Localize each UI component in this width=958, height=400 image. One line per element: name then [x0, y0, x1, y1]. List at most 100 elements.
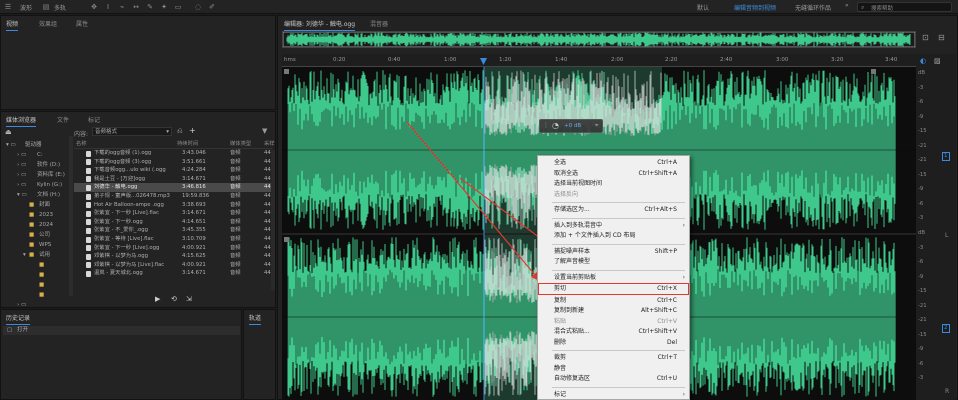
menu-item[interactable]: 剪切 Ctrl+X — [538, 283, 689, 295]
menu-item[interactable]: 混合式粘贴... Ctrl+Shift+V — [538, 327, 689, 337]
menu-item[interactable]: 取消全选 Ctrl+Shift+A — [538, 169, 689, 179]
table-row[interactable]: 张紫宜 - 下一秒 [Live].ogg 4:00.921 音频 44 — [74, 244, 272, 253]
volume-knob-icon[interactable]: ◔ — [552, 121, 559, 130]
menu-item[interactable]: 全选 Ctrl+A — [538, 158, 689, 168]
time-ruler[interactable] — [282, 54, 916, 67]
table-row[interactable]: 张紫宜 - 不_爱你_.ogg 3:45.355 音频 44 — [74, 226, 272, 235]
waveform-mode-tab[interactable]: 波形 — [20, 3, 32, 12]
paint-select-icon[interactable]: ✐ — [206, 2, 218, 12]
tree-item[interactable]: ▾ ▭ 驱动器 — [3, 140, 71, 150]
menu-item[interactable]: 标记 › — [538, 390, 689, 400]
workspace-loop[interactable]: 无缝循环作品 — [795, 3, 831, 12]
tree-item[interactable]: › ▭ 软件 (D:) — [3, 160, 71, 170]
table-row[interactable]: 张紫宜 - 等待 [Live].flac 3:10.709 音频 44 — [74, 235, 272, 244]
menu-item[interactable]: 选择反向 — [538, 190, 689, 200]
add-icon[interactable]: + — [189, 126, 196, 135]
table-row[interactable]: 下载的ogg音频 (1).ogg 3:43.046 音频 44 — [74, 149, 272, 158]
table-row[interactable]: Hot Air Balloon-ampe .ogg 3:38.693 音频 44 — [74, 201, 272, 210]
history-item[interactable]: ▢ 打开 — [3, 326, 240, 335]
help-search-field[interactable]: ⌕ 搜索帮助 — [857, 2, 952, 12]
razor-tool-icon[interactable]: ⌁ — [116, 2, 128, 12]
table-row[interactable]: 张紫宜 - 下一秒.ogg 4:14.651 音频 44 — [74, 218, 272, 227]
back-icon[interactable]: ⎌ — [177, 127, 183, 136]
tab-files[interactable]: 文件 — [57, 115, 69, 124]
brush-tool-icon[interactable]: ✎ — [144, 2, 156, 12]
menu-item[interactable]: 裁剪 Ctrl+T — [538, 353, 689, 363]
table-row[interactable]: 下载音频ogg...ulo wiki (.ogg 4:24.284 音频 44 — [74, 166, 272, 175]
tab-editor[interactable]: 编辑器: 刘德华 - 触电.ogg — [284, 19, 356, 31]
slip-tool-icon[interactable]: ↔ — [130, 2, 142, 12]
tree-item[interactable]: ▾ ■ 试用 — [3, 250, 71, 260]
table-row[interactable]: 邓紫棋 - 以梦为马.ogg 4:15.625 音频 44 — [74, 252, 272, 261]
spot-heal-icon[interactable]: ✦ — [158, 2, 170, 12]
tree-item[interactable]: ■ 2024 — [3, 220, 71, 230]
waveform-view-icon[interactable]: ☰ — [2, 2, 14, 12]
table-row[interactable]: 邓紫棋 - 以梦为马 [Live].flac 4:00.921 音频 44 — [74, 261, 272, 270]
time-select-tool-icon[interactable]: I — [102, 2, 114, 12]
table-scrollbar[interactable] — [271, 150, 275, 290]
play-icon[interactable]: ▶ — [155, 295, 160, 303]
menu-item[interactable]: 复制 Ctrl+C — [538, 296, 689, 306]
spectral-view-icon[interactable]: ▨ — [934, 57, 941, 65]
tree-item[interactable]: ▾ ▭ 文档 (H:) — [3, 190, 71, 200]
channel-toggle-icon[interactable] — [284, 237, 289, 242]
tab-video[interactable]: 视频 — [6, 19, 19, 31]
channel-toggle-icon[interactable] — [284, 69, 289, 74]
lasso-tool-icon[interactable]: ◌ — [192, 2, 204, 12]
workspace-edit-video[interactable]: 编辑音频到视频 — [734, 3, 776, 12]
filter-icon[interactable]: ⏏ — [5, 128, 12, 136]
zoom-fit-icon[interactable]: ⊡ — [922, 33, 929, 42]
menu-item[interactable]: 删除 Del — [538, 338, 689, 348]
channel-2-badge[interactable]: 2 — [942, 324, 950, 333]
overview-bar[interactable] — [282, 31, 916, 48]
tree-item[interactable]: › ▭ Kylin (G:) — [3, 180, 71, 190]
channel-toggle-icon[interactable] — [871, 69, 876, 74]
table-row[interactable]: 我是土豆 - [万迎]ogg 3:14.671 音频 44 — [74, 175, 272, 184]
menu-item[interactable]: 粘贴 Ctrl+V — [538, 317, 689, 327]
tab-markers[interactable]: 标记 — [88, 115, 100, 124]
menu-item[interactable]: 了解声音模型 — [538, 257, 689, 267]
tree-item[interactable]: ■ 公司 — [3, 230, 71, 240]
tree-item[interactable]: ■ WPS — [3, 240, 71, 250]
tree-item[interactable]: ■ — [3, 290, 71, 300]
content-dropdown[interactable]: 音频格式 ▾ — [92, 127, 172, 136]
menu-item[interactable]: 选择当前视图时间 — [538, 179, 689, 189]
menu-item[interactable]: 自动修复选区 Ctrl+U — [538, 374, 689, 384]
zoom-icon[interactable]: ⊟ — [938, 33, 945, 42]
hybrid-view-icon[interactable]: ◐ — [920, 57, 926, 65]
menu-item[interactable]: 复制到新建 Alt+Shift+C — [538, 306, 689, 316]
funnel-icon[interactable]: ▼ — [262, 127, 267, 135]
marquee-tool-icon[interactable]: ▭ — [172, 2, 184, 12]
table-row[interactable]: 温岚 - 夏天城北.ogg 3:14.671 音频 44 — [74, 269, 272, 278]
multitrack-mode-tab[interactable]: 多轨 — [54, 3, 66, 12]
multitrack-icon[interactable]: ▤ — [40, 2, 52, 12]
more-workspaces-button[interactable]: » — [845, 2, 849, 9]
tree-item[interactable]: ■ 2023 — [3, 210, 71, 220]
menu-item[interactable]: 静音 — [538, 364, 689, 374]
tree-item[interactable]: › ▭ C: — [3, 150, 71, 160]
loop-icon[interactable]: ⟲ — [171, 295, 177, 303]
tree-item[interactable]: › ▭ 资料库 (E:) — [3, 170, 71, 180]
export-icon[interactable]: ⇲ — [186, 295, 192, 303]
menu-item[interactable]: 捕捉噪声样本 Shift+P — [538, 247, 689, 257]
menu-item[interactable]: 设置当前剪贴板 › — [538, 273, 689, 283]
tree-scrollbar[interactable] — [69, 136, 73, 296]
pin-icon[interactable]: ⌖ — [595, 122, 598, 130]
tree-item[interactable]: ■ 封面 — [3, 200, 71, 210]
tab-media-browser[interactable]: 媒体浏览器 — [6, 115, 37, 127]
channel-1-badge[interactable]: 1 — [942, 152, 950, 161]
move-tool-icon[interactable]: ✥ — [88, 2, 100, 12]
menu-item[interactable]: 存储选区为... Ctrl+Alt+S — [538, 205, 689, 215]
menu-item[interactable]: 添加 + 个文件插入到 CD 布局 — [538, 231, 689, 241]
tab-mixer[interactable]: 混音器 — [370, 19, 388, 28]
tab-effects[interactable]: 效果组 — [39, 19, 57, 28]
table-row[interactable]: 张紫宜 - 下一秒 [Live].flac 3:14.671 音频 44 — [74, 209, 272, 218]
volume-hud[interactable]: ⋮ ◔ +0 dB ⌖ — [539, 119, 603, 133]
table-row[interactable]: 下载的ogg音频 (3).ogg 3:51.661 音频 44 — [74, 158, 272, 167]
tab-properties[interactable]: 属性 — [76, 19, 88, 28]
tab-history[interactable]: 历史记录 — [6, 313, 31, 325]
menu-item[interactable]: 插入到多轨混音中 › — [538, 221, 689, 231]
tree-item[interactable]: ■ — [3, 270, 71, 280]
table-row[interactable]: 弟子规 - 童声版...026478.mp3 19:59.836 音频 44 — [74, 192, 272, 201]
tree-item[interactable]: ■ — [3, 260, 71, 270]
